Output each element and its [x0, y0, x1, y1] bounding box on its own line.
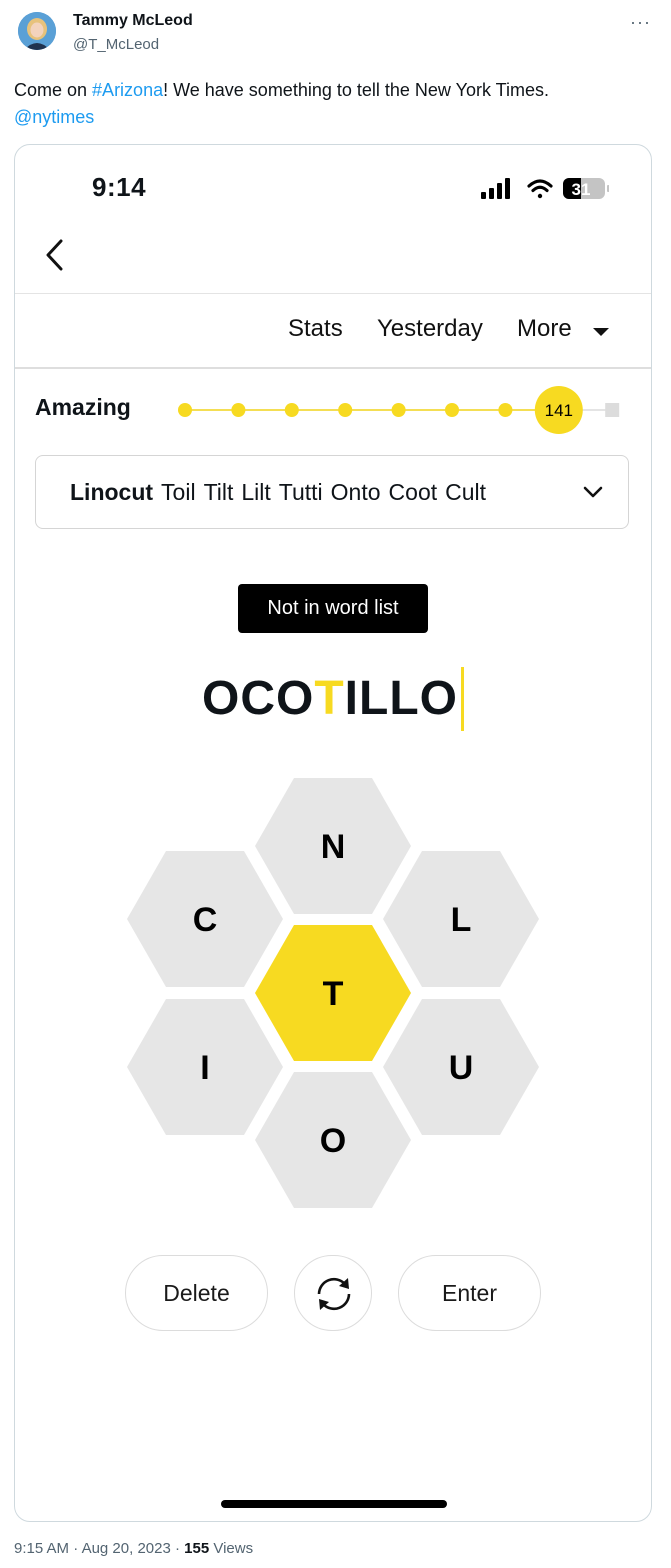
delete-button[interactable]: Delete: [125, 1255, 268, 1331]
hive-cell-n-letter: N: [321, 828, 346, 866]
divider: [15, 367, 651, 369]
rank-step-dot: [391, 403, 406, 417]
status-icons: 31: [481, 178, 609, 199]
fade-overlay: [506, 456, 586, 528]
battery-level: 31: [572, 180, 591, 199]
mention-link[interactable]: @nytimes: [14, 107, 94, 127]
hashtag-link[interactable]: #Arizona: [92, 80, 163, 100]
view-count: 155: [184, 1540, 210, 1557]
game-nav: Stats Yesterday More: [15, 293, 651, 365]
found-word: Cult: [445, 479, 487, 505]
nav-yesterday[interactable]: Yesterday: [377, 315, 483, 343]
shuffle-icon: [317, 1277, 351, 1311]
media-card[interactable]: 9:14 31 Stats Yesterday More Amazing 141…: [14, 144, 652, 1522]
tweet-date[interactable]: Aug 20, 2023: [82, 1540, 171, 1557]
separator: ·: [170, 1540, 185, 1557]
author-handle[interactable]: @T_McLeod: [73, 36, 159, 53]
avatar[interactable]: [18, 12, 56, 50]
tweet-text-part: ! We have something to tell the New York…: [163, 80, 549, 100]
text-cursor: [460, 667, 464, 731]
found-word: Tilt: [203, 479, 234, 505]
hive-cell-l[interactable]: [383, 851, 539, 987]
author-name[interactable]: Tammy McLeod: [73, 12, 193, 30]
rank-step-dot: [284, 403, 299, 417]
found-words-list: Linocut Toil Tilt Lilt Tutti Onto Coot Cult: [70, 479, 560, 506]
current-entry: OCOTILLO: [15, 667, 651, 731]
views-label: Views: [213, 1540, 254, 1557]
caret-down-icon[interactable]: [592, 327, 610, 337]
chevron-down-icon[interactable]: [582, 484, 604, 500]
rank-step-dot: [445, 403, 459, 417]
home-indicator: [221, 1500, 447, 1508]
entry-center-letter: T: [314, 672, 345, 725]
tweet-meta: 9:15 AM · Aug 20, 2023 · 155 Views: [14, 1540, 253, 1557]
hive-cell-o[interactable]: [255, 1072, 411, 1208]
found-word: Tutti: [278, 479, 323, 505]
hive-cell-c[interactable]: [127, 851, 283, 987]
avatar-image: [18, 12, 56, 50]
hive-cell-u-letter: U: [449, 1049, 474, 1087]
wifi-icon: [527, 179, 553, 199]
tweet-text: Come on #Arizona! We have something to t…: [14, 77, 654, 131]
tweet-text-part: Come on: [14, 80, 93, 100]
enter-button[interactable]: Enter: [398, 1255, 541, 1331]
separator: ·: [69, 1540, 82, 1557]
hive-center-cell-letter: T: [323, 975, 344, 1013]
found-word: Lilt: [241, 479, 271, 505]
signal-icon: [481, 178, 510, 199]
found-words-panel[interactable]: Linocut Toil Tilt Lilt Tutti Onto Coot Cult: [35, 455, 629, 529]
found-word: Onto: [330, 479, 381, 505]
hive-cell-u[interactable]: [383, 999, 539, 1135]
hive-center-cell[interactable]: [255, 925, 411, 1061]
rank-label[interactable]: Amazing: [35, 394, 131, 421]
tweet-time[interactable]: 9:15 AM: [14, 1540, 69, 1557]
back-arrow-icon[interactable]: [43, 237, 69, 273]
rank-max-marker: [605, 403, 620, 417]
rank-progress-bar[interactable]: 141: [175, 385, 635, 435]
hive-cell-o-letter: O: [320, 1122, 346, 1160]
entry-after: ILLO: [344, 672, 458, 725]
found-word: Coot: [388, 479, 438, 505]
rank-score: 141: [545, 401, 573, 420]
tweet-header: Tammy McLeod @T_McLeod ···: [0, 0, 671, 70]
rank-step-dot: [231, 403, 246, 417]
hive-cell-c-letter: C: [193, 901, 218, 939]
ellipsis-icon[interactable]: ···: [630, 12, 651, 33]
entry-before: OCO: [202, 672, 315, 725]
hive-cell-n[interactable]: [255, 778, 411, 914]
shuffle-button[interactable]: [294, 1255, 372, 1331]
nav-stats[interactable]: Stats: [288, 315, 343, 343]
status-time: 9:14: [92, 172, 147, 202]
hive-cell-l-letter: L: [451, 901, 472, 939]
found-word: Linocut: [70, 479, 154, 505]
rank-step-dot: [338, 403, 353, 417]
rank-step-dot: [498, 403, 513, 417]
nav-more[interactable]: More: [517, 315, 572, 343]
found-word: Toil: [161, 479, 196, 505]
toast-message: Not in word list: [238, 584, 428, 633]
rank-step-dot: [178, 403, 192, 417]
hive-cell-i[interactable]: [127, 999, 283, 1135]
hive-cell-i-letter: I: [200, 1049, 209, 1087]
